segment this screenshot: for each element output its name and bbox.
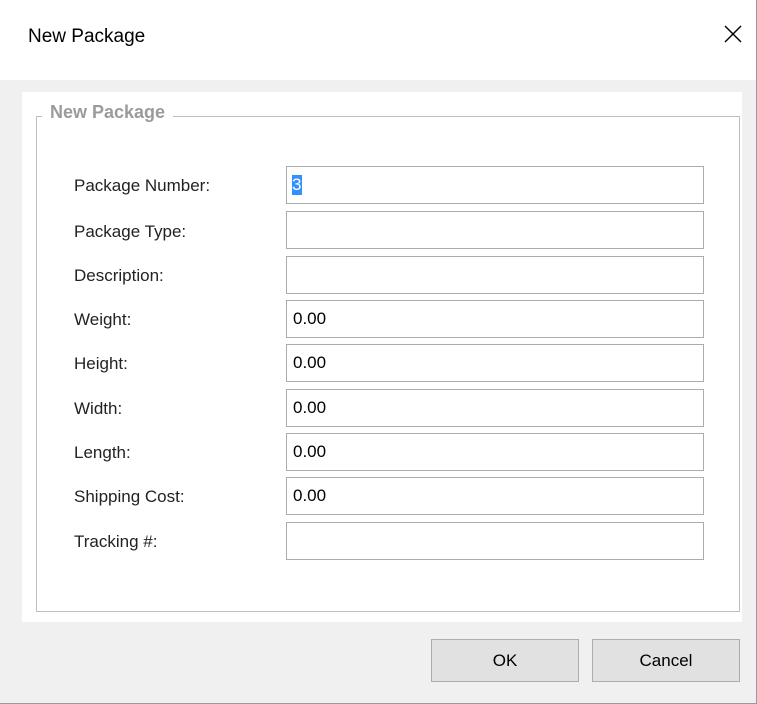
window-title: New Package [28, 26, 146, 47]
cancel-button[interactable]: Cancel [592, 639, 740, 682]
description-label: Description: [74, 266, 164, 285]
package-type-input[interactable] [286, 211, 704, 249]
width-input[interactable] [286, 389, 704, 427]
length-label: Length: [74, 443, 131, 462]
close-button[interactable] [710, 10, 756, 58]
weight-input[interactable] [286, 300, 704, 338]
title-bar[interactable]: New Package [0, 0, 756, 80]
shipping-cost-label: Shipping Cost: [74, 487, 185, 506]
weight-label: Weight: [74, 310, 132, 329]
ok-button[interactable]: OK [431, 639, 579, 682]
dialog-content: New Package Package Number: 3 Package Ty… [22, 92, 742, 622]
groupbox-legend: New Package [42, 102, 174, 123]
height-label: Height: [74, 354, 128, 373]
width-label: Width: [74, 399, 123, 418]
package-number-label: Package Number: [74, 176, 211, 195]
package-number-selection: 3 [292, 175, 302, 195]
tracking-number-label: Tracking #: [74, 532, 158, 551]
length-input[interactable] [286, 433, 704, 471]
new-package-dialog: New Package New Package Package Number: … [0, 0, 757, 704]
tracking-number-input[interactable] [286, 522, 704, 560]
height-input[interactable] [286, 344, 704, 382]
description-input[interactable] [286, 256, 704, 294]
close-icon [724, 25, 742, 43]
package-number-input[interactable] [286, 166, 704, 204]
package-type-label: Package Type: [74, 222, 187, 241]
shipping-cost-input[interactable] [286, 477, 704, 515]
